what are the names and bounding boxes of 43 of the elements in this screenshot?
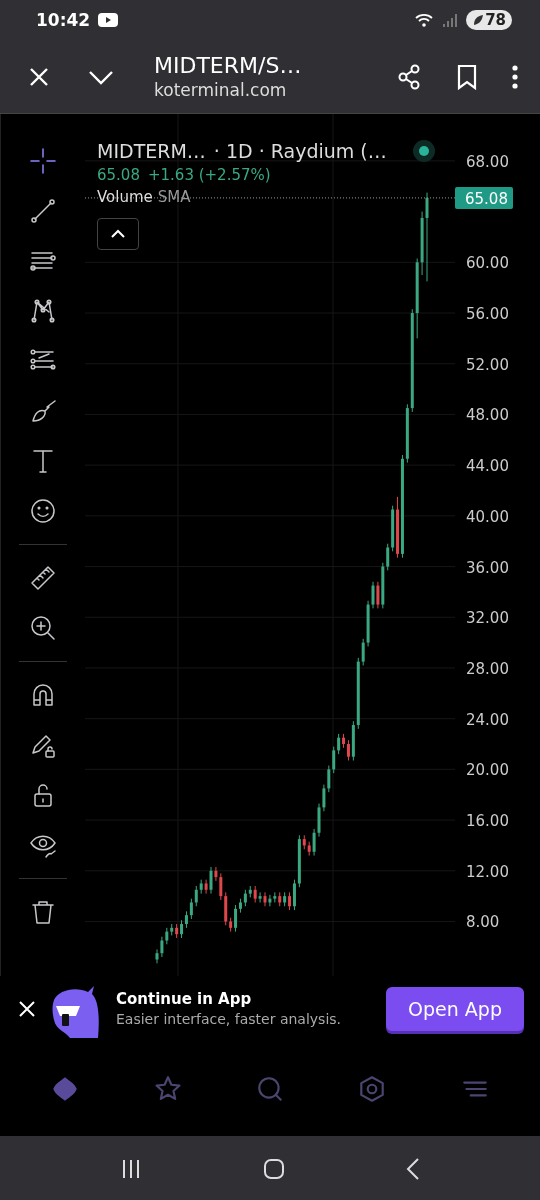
price-change: +1.63 (+2.57%) — [147, 166, 271, 184]
close-banner-button[interactable] — [18, 999, 36, 1018]
chart-details: · 1D · Raydium (… — [213, 140, 387, 162]
indicator-parameter: SMA — [157, 188, 191, 206]
price-axis-label: 20.00 — [466, 761, 509, 780]
video-notification-icon — [98, 13, 119, 27]
clock: 10:42 — [36, 10, 91, 30]
collapse-button[interactable] — [97, 218, 139, 250]
price-axis-label: 60.00 — [466, 254, 509, 273]
banner-subtitle: Easier interface, faster analysis. — [116, 1011, 342, 1027]
price-axis-label: 8.00 — [466, 913, 500, 932]
battery-indicator: 78 — [466, 10, 512, 30]
close-button[interactable] — [28, 65, 50, 88]
price-axis-label: 16.00 — [466, 812, 509, 831]
page-title: MIDTERM/S… — [154, 53, 303, 78]
last-price-tag: 65.08 — [455, 186, 513, 209]
signal-icon — [442, 12, 459, 28]
page-url: koterminal.com — [154, 80, 288, 100]
price-axis-label: 36.00 — [466, 558, 509, 577]
price-axis-label: 48.00 — [466, 406, 509, 425]
price-axis-label: 12.00 — [466, 862, 509, 881]
price-axis-label: 28.00 — [466, 659, 509, 678]
home-button[interactable] — [263, 1157, 285, 1180]
symbol-name: MIDTERM… — [97, 140, 206, 162]
wifi-icon — [414, 12, 435, 28]
share-button[interactable] — [396, 63, 422, 90]
current-price: 65.08 — [97, 166, 140, 184]
price-axis-label: 32.00 — [466, 609, 509, 628]
indicator-name: Volume — [97, 188, 153, 206]
minimize-button[interactable] — [88, 68, 114, 85]
chevron-up-icon — [109, 228, 127, 240]
price-axis-label: 56.00 — [466, 305, 509, 323]
price-axis-label: 52.00 — [466, 355, 509, 374]
price-axis-label: 44.00 — [466, 457, 509, 476]
ref-line-label: 65.08 — [465, 189, 508, 208]
price-axis-label: 24.00 — [466, 710, 509, 729]
price-axis-label: 68.00 — [466, 152, 509, 171]
bookmark-button[interactable] — [456, 63, 478, 90]
open-app-button[interactable]: Open App — [386, 986, 524, 1031]
banner-title: Continue in App — [116, 990, 253, 1008]
back-button[interactable] — [405, 1156, 420, 1181]
price-axis-label: 40.00 — [466, 507, 509, 526]
more-menu-button[interactable] — [512, 63, 518, 90]
